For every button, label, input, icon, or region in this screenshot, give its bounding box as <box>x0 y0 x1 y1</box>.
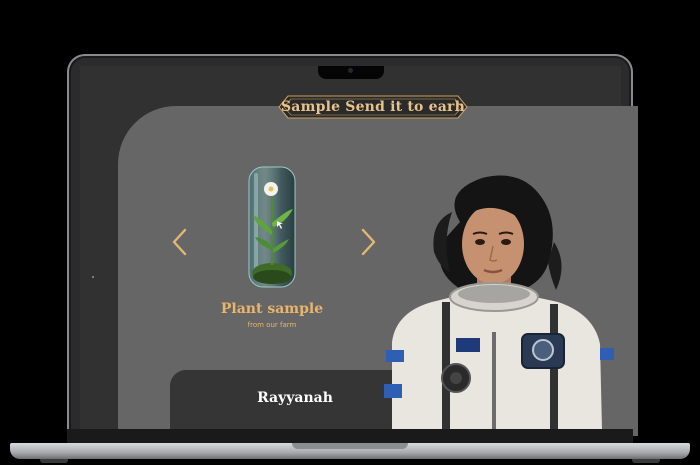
laptop-foot-left <box>40 459 68 463</box>
carousel-prev-button[interactable] <box>170 228 190 256</box>
laptop-hinge <box>67 429 633 443</box>
laptop-base-notch <box>292 443 408 449</box>
laptop-mockup: Sample Send it to earh Plant sample from… <box>0 0 700 465</box>
sample-title: Plant sample <box>220 301 324 317</box>
title-banner: Sample Send it to earh <box>278 95 468 119</box>
astronaut-icon <box>384 175 614 429</box>
plant-jar-icon <box>248 166 296 288</box>
chevron-left-icon <box>172 228 187 256</box>
sample-subtitle: from our farm <box>247 321 297 329</box>
camera-icon <box>348 68 353 73</box>
laptop-foot-right <box>632 459 660 463</box>
page-title: Sample Send it to earh <box>280 99 465 115</box>
plant-sample-image[interactable] <box>247 165 297 289</box>
astronaut-avatar <box>372 172 622 429</box>
